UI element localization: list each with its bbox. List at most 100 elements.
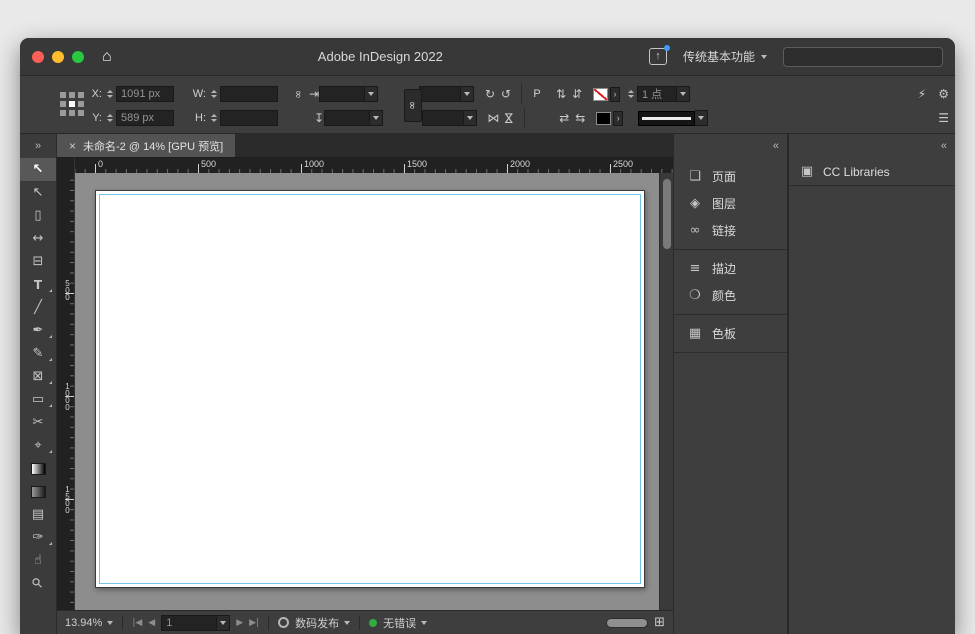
- cc-libraries-header[interactable]: ▣ CC Libraries: [789, 158, 955, 186]
- gradient-feather-tool[interactable]: [20, 480, 56, 503]
- line-tool[interactable]: ╱: [20, 296, 56, 319]
- gear-icon[interactable]: ⚙: [938, 87, 949, 101]
- vertical-ruler[interactable]: 50010001500: [57, 173, 75, 610]
- tab-close-icon[interactable]: ×: [69, 139, 76, 153]
- page-number-input[interactable]: [161, 615, 217, 631]
- preflight-status-dropdown[interactable]: 无错误: [383, 615, 427, 631]
- h-stepper[interactable]: [209, 110, 218, 126]
- stroke-weight-stepper[interactable]: [626, 86, 635, 102]
- horizontal-ruler[interactable]: 05001000150020002500: [75, 158, 673, 173]
- panel-item-stroke[interactable]: ≡描边: [674, 255, 787, 282]
- next-page-button[interactable]: ▶: [236, 618, 243, 628]
- constrain-scale-link-button[interactable]: ∞: [404, 89, 422, 122]
- share-icon[interactable]: ↑: [649, 48, 667, 65]
- horizontal-scrollbar[interactable]: [606, 618, 648, 628]
- panel-item-color[interactable]: ❍颜色: [674, 282, 787, 309]
- w-field[interactable]: [220, 86, 278, 102]
- eyedropper-tool[interactable]: ✑: [20, 526, 56, 549]
- vertical-scrollbar[interactable]: [659, 173, 673, 610]
- flip-horizontal-button[interactable]: ⋈: [485, 111, 501, 125]
- rectangle-tool[interactable]: ▭: [20, 388, 56, 411]
- rectangle-frame-tool[interactable]: ⊠: [20, 365, 56, 388]
- distribute-horizontal-alt-button[interactable]: ⇆: [572, 111, 588, 125]
- panel-item-layers[interactable]: ◈图层: [674, 190, 787, 217]
- workspace-switcher[interactable]: 传统基本功能: [683, 48, 767, 65]
- horizontal-scrollbar-thumb[interactable]: [607, 619, 647, 627]
- fill-color-swatch[interactable]: [596, 112, 611, 125]
- canvas-row: 50010001500: [57, 173, 673, 610]
- last-page-button[interactable]: ▶|: [249, 618, 259, 628]
- shear-dropdown[interactable]: [464, 110, 477, 126]
- panel-dock-collapse-button[interactable]: «: [674, 134, 787, 158]
- scale-x-dropdown[interactable]: [365, 86, 378, 102]
- direct-selection-tool[interactable]: ↖: [20, 181, 56, 204]
- shear-field[interactable]: [422, 110, 464, 126]
- panel-item-links[interactable]: ∞链接: [674, 217, 787, 244]
- scale-y-dropdown[interactable]: [370, 110, 383, 126]
- preflight-profile-dropdown[interactable]: 数码发布: [295, 615, 350, 631]
- panel-menu-icon[interactable]: ☰: [938, 111, 949, 125]
- gradient-swatch-tool[interactable]: [20, 457, 56, 480]
- distribute-horizontal-button[interactable]: ⇄: [556, 111, 572, 125]
- rotation-field[interactable]: [419, 86, 461, 102]
- stroke-color-expand-button[interactable]: ›: [610, 87, 620, 102]
- cc-dock-collapse-button[interactable]: «: [789, 134, 955, 158]
- document-page[interactable]: [95, 190, 645, 588]
- flip-vertical-button[interactable]: ⋈: [501, 111, 517, 125]
- workspace-label: 传统基本功能: [683, 48, 755, 65]
- titlebar: ⌂ Adobe InDesign 2022 ↑ 传统基本功能: [20, 38, 955, 76]
- vertical-scrollbar-thumb[interactable]: [663, 179, 671, 249]
- scissors-tool[interactable]: ✂: [20, 411, 56, 434]
- rotate-cw-button[interactable]: ↻: [482, 87, 498, 101]
- x-field[interactable]: [116, 86, 174, 102]
- distribute-vertical-alt-button[interactable]: ⇵: [569, 87, 585, 101]
- pencil-tool[interactable]: ✎: [20, 342, 56, 365]
- w-stepper[interactable]: [209, 86, 218, 102]
- zoom-window-button[interactable]: [72, 51, 84, 63]
- page-number-dropdown[interactable]: [217, 615, 230, 631]
- gap-tool[interactable]: ↔: [20, 227, 56, 250]
- distribute-vertical-button[interactable]: ⇅: [553, 87, 569, 101]
- y-field[interactable]: [116, 110, 174, 126]
- free-transform-tool[interactable]: ⌖: [20, 434, 56, 457]
- quick-apply-icon[interactable]: ⚡: [918, 87, 926, 101]
- zoom-level-dropdown[interactable]: 13.94%: [65, 617, 113, 629]
- scale-y-field[interactable]: [324, 110, 370, 126]
- y-stepper[interactable]: [105, 110, 114, 126]
- reference-point-proxy[interactable]: [60, 92, 84, 116]
- panel-item-pages[interactable]: ❏页面: [674, 163, 787, 190]
- close-window-button[interactable]: [32, 51, 44, 63]
- stroke-weight-field[interactable]: [637, 86, 677, 102]
- x-stepper[interactable]: [105, 86, 114, 102]
- content-collector-tool[interactable]: ⊟: [20, 250, 56, 273]
- document-tab[interactable]: × 未命名-2 @ 14% [GPU 预览]: [57, 134, 235, 157]
- page-tool[interactable]: ▯: [20, 204, 56, 227]
- hand-tool[interactable]: ☝: [20, 549, 56, 572]
- h-field[interactable]: [220, 110, 278, 126]
- fill-color-expand-button[interactable]: ›: [613, 111, 623, 126]
- tab-title: 未命名-2 @ 14% [GPU 预览]: [83, 138, 223, 154]
- rotate-ccw-button[interactable]: ↺: [498, 87, 514, 101]
- search-input[interactable]: [783, 47, 943, 67]
- stroke-weight-dropdown[interactable]: [677, 86, 690, 102]
- ruler-corner[interactable]: [57, 158, 75, 173]
- tools-panel-expand-button[interactable]: »: [20, 134, 56, 158]
- panel-item-swatches[interactable]: ▦色板: [674, 320, 787, 347]
- note-tool[interactable]: ▤: [20, 503, 56, 526]
- selection-tool[interactable]: ↖: [20, 158, 56, 181]
- previous-page-button[interactable]: ◀: [148, 618, 155, 628]
- rotation-dropdown[interactable]: [461, 86, 474, 102]
- pasteboard[interactable]: [75, 173, 659, 610]
- first-page-button[interactable]: |◀: [132, 618, 142, 628]
- scale-x-field[interactable]: [319, 86, 365, 102]
- type-tool[interactable]: T: [20, 273, 56, 296]
- stroke-style-dropdown[interactable]: [695, 110, 708, 126]
- stroke-style-select[interactable]: [638, 111, 695, 126]
- pages-grid-icon[interactable]: ⊞: [654, 615, 665, 630]
- minimize-window-button[interactable]: [52, 51, 64, 63]
- constrain-dimensions-icon[interactable]: ∞: [292, 89, 305, 98]
- pen-tool[interactable]: ✒: [20, 319, 56, 342]
- home-icon[interactable]: ⌂: [102, 49, 112, 65]
- stroke-color-swatch[interactable]: [593, 88, 608, 101]
- zoom-tool[interactable]: ⚲: [20, 572, 56, 595]
